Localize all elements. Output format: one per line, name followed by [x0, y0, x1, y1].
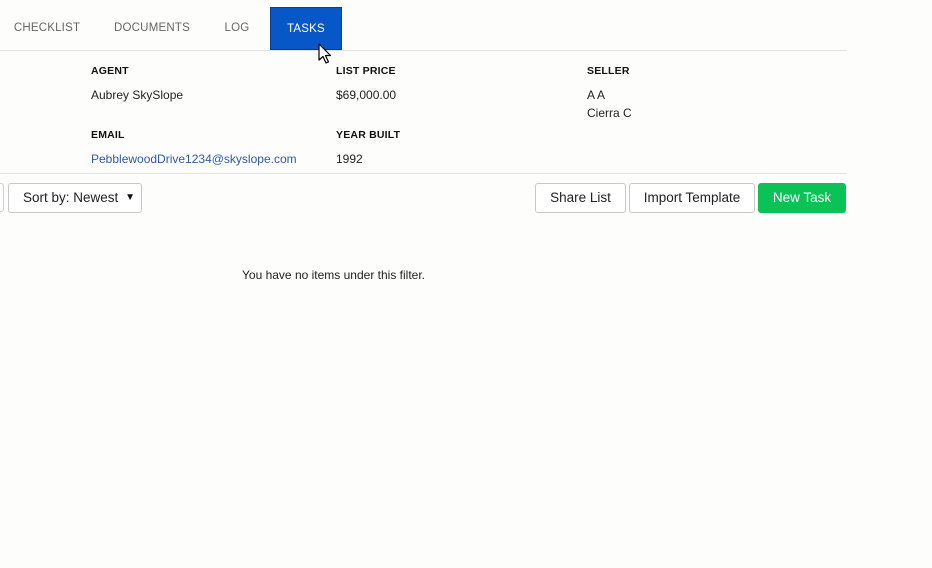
new-task-button[interactable]: New Task — [758, 183, 846, 213]
tab-documents[interactable]: DOCUMENTS — [104, 7, 200, 50]
agent-value: Aubrey SkySlope — [91, 88, 184, 102]
transaction-details: AGENT Aubrey SkySlope LIST PRICE $69,000… — [0, 51, 847, 174]
empty-state-message: You have no items under this filter. — [242, 268, 425, 282]
filter-button-edge[interactable] — [0, 183, 4, 212]
tab-log[interactable]: LOG — [214, 7, 260, 50]
import-template-button[interactable]: Import Template — [629, 183, 755, 213]
seller-label: SELLER — [587, 65, 630, 77]
sort-select[interactable]: Sort by: Newest ▼ — [8, 183, 142, 213]
share-list-button[interactable]: Share List — [535, 183, 626, 213]
email-link[interactable]: PebblewoodDrive1234@skyslope.com — [91, 152, 297, 166]
caret-down-icon: ▼ — [125, 192, 135, 203]
list-price-value: $69,000.00 — [336, 88, 397, 102]
email-label: EMAIL — [91, 129, 125, 141]
tasks-page: CHECKLIST DOCUMENTS LOG TASKS AGENT Aubr… — [0, 0, 932, 568]
agent-label: AGENT — [91, 65, 129, 77]
seller-value-2: Cierra C — [587, 106, 632, 120]
year-built-label: YEAR BUILT — [336, 129, 401, 141]
list-price-label: LIST PRICE — [336, 65, 396, 77]
tab-checklist[interactable]: CHECKLIST — [6, 7, 88, 50]
seller-value-1: A A — [587, 88, 606, 102]
sort-select-label: Sort by: Newest — [23, 190, 119, 205]
year-built-value: 1992 — [336, 152, 363, 166]
tab-bar: CHECKLIST DOCUMENTS LOG TASKS — [0, 0, 847, 51]
